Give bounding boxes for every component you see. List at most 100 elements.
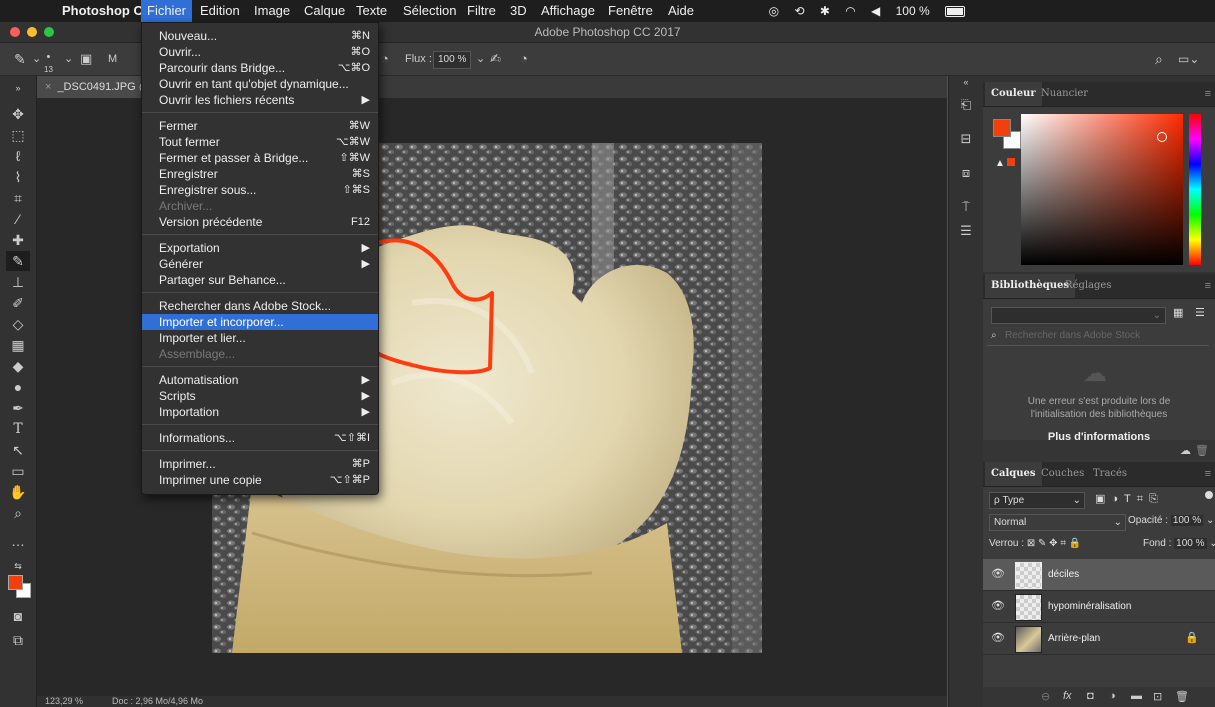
- file-menu-item[interactable]: Automatisation ▶: [142, 372, 378, 388]
- opacity-control[interactable]: Opacité : 100 % ⌄: [1128, 515, 1214, 526]
- fx-icon[interactable]: fx: [1063, 690, 1072, 702]
- document-tab[interactable]: × _DSC0491.JPG @: [37, 76, 158, 98]
- layer-row[interactable]: 👁 Arrière-plan 🔒: [983, 623, 1215, 655]
- hue-slider[interactable]: [1189, 114, 1201, 265]
- pen-tool-icon[interactable]: ✒: [6, 398, 30, 418]
- move-tool-icon[interactable]: ✥: [6, 104, 30, 124]
- color-foreground-swatch[interactable]: [993, 119, 1011, 137]
- creative-cloud-icon[interactable]: ◎: [769, 4, 779, 18]
- clone-stamp-tool-icon[interactable]: ⊥: [6, 272, 30, 292]
- quick-mask-icon[interactable]: ◙: [6, 606, 30, 626]
- eraser-tool-icon[interactable]: ◇: [6, 314, 30, 334]
- file-menu-item[interactable]: Scripts ▶: [142, 388, 378, 404]
- file-menu-item[interactable]: Partager sur Behance...: [142, 272, 378, 288]
- file-menu-item[interactable]: Exportation ▶: [142, 240, 378, 256]
- tab-reglages[interactable]: Réglages: [1059, 274, 1117, 298]
- fill-value[interactable]: 100 %: [1174, 538, 1207, 549]
- properties-panel-icon[interactable]: ⊟: [955, 128, 977, 150]
- menu-filtre[interactable]: Filtre: [461, 0, 502, 22]
- file-menu-item[interactable]: Nouveau... ⌘N: [142, 28, 378, 44]
- new-group-icon[interactable]: ▬: [1131, 690, 1142, 702]
- swap-colors-icon[interactable]: ⇆: [6, 556, 30, 576]
- chevron-down-icon[interactable]: ⌄: [64, 43, 73, 75]
- file-menu-item[interactable]: Importer et lier...: [142, 330, 378, 346]
- lock-icon[interactable]: 🔒: [1185, 623, 1199, 654]
- foreground-color-swatch[interactable]: [8, 575, 23, 590]
- menu-fenetre[interactable]: Fenêtre: [602, 0, 659, 22]
- panel-menu-icon[interactable]: ≡: [1205, 462, 1211, 486]
- search-icon[interactable]: ⌕: [1155, 43, 1163, 75]
- time-machine-icon[interactable]: ⟲: [794, 4, 804, 18]
- more-info-link[interactable]: Plus d'informations: [1013, 431, 1185, 440]
- menu-calque[interactable]: Calque: [298, 0, 351, 22]
- lock-transparent-icon[interactable]: ⊠: [1027, 538, 1035, 549]
- menu-image[interactable]: Image: [248, 0, 296, 22]
- tab-couches[interactable]: Couches: [1035, 462, 1090, 486]
- bluetooth-icon[interactable]: ✱: [820, 4, 830, 18]
- library-select[interactable]: ⌄: [991, 307, 1166, 324]
- pressure-size-icon[interactable]: ◔: [520, 43, 528, 75]
- new-layer-icon[interactable]: ⊡: [1153, 690, 1162, 703]
- layer-filter-select[interactable]: ρ Type ⌄: [989, 492, 1085, 509]
- menu-3d[interactable]: 3D: [504, 0, 533, 22]
- file-menu-item[interactable]: Importer et incorporer...: [142, 314, 378, 330]
- color-picker-cursor[interactable]: [1157, 132, 1167, 142]
- file-menu-item[interactable]: Importation ▶: [142, 404, 378, 420]
- volume-icon[interactable]: ◀: [871, 4, 880, 18]
- wifi-icon[interactable]: ◠: [845, 4, 855, 18]
- tab-couleur[interactable]: Couleur: [985, 82, 1042, 106]
- lock-all-icon[interactable]: 🔒: [1069, 538, 1081, 549]
- file-menu-item[interactable]: Ouvrir en tant qu'objet dynamique...: [142, 76, 378, 92]
- file-menu-item[interactable]: Version précédente F12: [142, 214, 378, 230]
- file-menu-item[interactable]: Tout fermer ⌥⌘W: [142, 134, 378, 150]
- stock-search[interactable]: ⌕ Rechercher dans Adobe Stock: [987, 329, 1209, 346]
- layer-row[interactable]: 👁 déciles: [983, 559, 1215, 591]
- paragraph-panel-icon[interactable]: ☰: [955, 220, 977, 242]
- chevron-down-icon[interactable]: ⌄: [476, 43, 485, 75]
- filter-toggle[interactable]: [1205, 491, 1213, 499]
- eye-icon[interactable]: 👁: [991, 599, 1005, 612]
- brush-tool-icon[interactable]: ✎: [6, 251, 30, 271]
- gradient-tool-icon[interactable]: ▦: [6, 335, 30, 355]
- workspace-icon[interactable]: ▭⌄: [1178, 43, 1199, 75]
- eye-icon[interactable]: 👁: [991, 631, 1005, 644]
- file-menu-item[interactable]: Fermer ⌘W: [142, 118, 378, 134]
- eye-icon[interactable]: 👁: [991, 567, 1005, 580]
- file-menu-item[interactable]: Imprimer une copie ⌥⇧⌘P: [142, 472, 378, 488]
- menu-affichage[interactable]: Affichage: [535, 0, 601, 22]
- quick-selection-tool-icon[interactable]: ⌇: [6, 167, 30, 187]
- adjustments-panel-icon[interactable]: ⧈: [955, 162, 977, 184]
- battery-icon[interactable]: [945, 6, 965, 18]
- file-menu-item[interactable]: Enregistrer sous... ⇧⌘S: [142, 182, 378, 198]
- marquee-tool-icon[interactable]: ⬚: [6, 125, 30, 145]
- more-tools-icon[interactable]: …: [6, 531, 30, 551]
- doc-info[interactable]: Doc : 2,96 Mo/4,96 Mo: [112, 696, 203, 707]
- file-menu-item[interactable]: Parcourir dans Bridge... ⌥⌘O: [142, 60, 378, 76]
- lasso-tool-icon[interactable]: ℓ: [6, 146, 30, 166]
- airbrush-icon[interactable]: ✍: [490, 43, 501, 75]
- tab-nuancier[interactable]: Nuancier: [1035, 82, 1094, 106]
- trash-icon[interactable]: 🗑: [1175, 690, 1189, 703]
- crop-tool-icon[interactable]: ⌗: [6, 188, 30, 208]
- grid-view-icon[interactable]: ▦: [1173, 306, 1183, 319]
- hand-tool-icon[interactable]: ✋: [6, 482, 30, 502]
- file-menu-item[interactable]: Ouvrir les fichiers récents ▶: [142, 92, 378, 108]
- healing-brush-tool-icon[interactable]: ✚: [6, 230, 30, 250]
- collapse-panel-icon[interactable]: »: [6, 78, 30, 98]
- path-selection-tool-icon[interactable]: ↖: [6, 440, 30, 460]
- list-view-icon[interactable]: ☰: [1195, 306, 1205, 319]
- trash-icon[interactable]: 🗑: [1195, 444, 1209, 457]
- menu-fichier[interactable]: Fichier: [141, 0, 193, 22]
- history-brush-tool-icon[interactable]: ✐: [6, 293, 30, 313]
- panel-menu-icon[interactable]: ≡: [1205, 274, 1211, 298]
- brush-panel-icon[interactable]: ▣: [80, 43, 92, 75]
- history-panel-icon[interactable]: ⎗: [955, 94, 977, 116]
- layer-row[interactable]: 👁 hypominéralisation: [983, 591, 1215, 623]
- panel-menu-icon[interactable]: ≡: [1205, 82, 1211, 106]
- fill-control[interactable]: Fond : 100 % ⌄: [1143, 538, 1215, 549]
- menu-edition[interactable]: Edition: [194, 0, 246, 22]
- tab-calques[interactable]: Calques: [985, 462, 1042, 486]
- lock-paint-icon[interactable]: ✎: [1038, 538, 1046, 549]
- tab-traces[interactable]: Tracés: [1087, 462, 1133, 486]
- chevron-down-icon[interactable]: ⌄: [32, 43, 41, 75]
